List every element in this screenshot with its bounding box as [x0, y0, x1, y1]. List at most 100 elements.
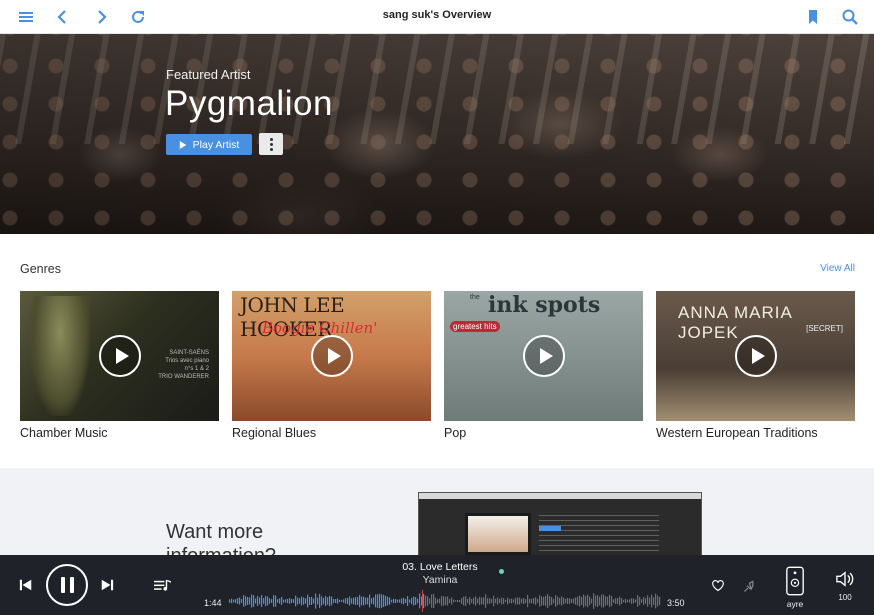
waveform-bar	[443, 596, 445, 606]
waveform-bar	[469, 597, 471, 605]
waveform-bar	[399, 599, 401, 603]
heart-icon[interactable]	[710, 578, 726, 594]
waveform-bar	[589, 596, 591, 606]
view-all-link[interactable]: View All	[820, 263, 855, 274]
waveform-bar	[425, 595, 427, 607]
waveform-bar	[529, 598, 531, 604]
waveform-bar	[423, 593, 425, 609]
waveform-bar	[389, 597, 391, 605]
waveform-bar	[417, 598, 419, 604]
waveform-bar	[391, 599, 393, 603]
waveform-bar	[305, 598, 307, 604]
genre-card-regional-blues[interactable]: JOHN LEE HOOKER Boogie Chillen' Regional…	[232, 291, 431, 440]
waveform-bar	[367, 597, 369, 605]
play-icon[interactable]	[99, 335, 141, 377]
waveform-bar	[247, 597, 249, 605]
waveform-bar	[321, 596, 323, 606]
signal-path-indicator[interactable]	[499, 569, 504, 574]
waveform-bar	[507, 597, 509, 605]
waveform-bar	[545, 595, 547, 607]
waveform-bar	[609, 594, 611, 608]
waveform-bar	[439, 598, 441, 604]
next-track-icon[interactable]	[99, 577, 115, 593]
waveform-bar	[345, 598, 347, 604]
volume-icon[interactable]	[834, 569, 856, 589]
waveform-bar	[453, 599, 455, 603]
waveform-bar	[597, 595, 599, 607]
waveform-bar	[499, 598, 501, 603]
waveform-bar	[237, 598, 239, 604]
waveform-bar	[607, 596, 609, 606]
waveform-bar	[427, 596, 429, 606]
featured-artist-banner: Featured Artist Pygmalion Play Artist	[0, 34, 874, 234]
waveform-bar	[323, 597, 325, 605]
waveform-bar	[567, 597, 569, 605]
queue-icon[interactable]	[152, 577, 172, 593]
waveform-bar	[433, 593, 435, 609]
waveform-bar	[541, 596, 543, 606]
waveform-bar	[343, 599, 345, 603]
waveform-bar	[481, 597, 483, 605]
playhead[interactable]	[422, 590, 423, 612]
waveform-seekbar[interactable]	[229, 593, 661, 609]
waveform-bar	[633, 598, 635, 604]
genre-card-western-european-traditions[interactable]: ANNA MARIA JOPEK [SECRET] Western Europe…	[656, 291, 855, 440]
genre-artwork: ANNA MARIA JOPEK [SECRET]	[656, 291, 855, 421]
waveform-bar	[577, 596, 579, 606]
waveform-bar	[293, 599, 295, 603]
artwork-text-prefix: the	[470, 294, 480, 301]
genre-card-pop[interactable]: the ink spots greatest hits Pop	[444, 291, 643, 440]
pause-button[interactable]	[46, 564, 88, 606]
genre-card-chamber-music[interactable]: SAINT-SAËNS Trios avec piano n°s 1 & 2 T…	[20, 291, 219, 440]
waveform-bar	[513, 599, 515, 603]
genre-label: Western European Traditions	[656, 426, 818, 440]
waveform-bar	[315, 593, 317, 609]
waveform-bar	[319, 593, 321, 609]
waveform-bar	[537, 598, 539, 604]
play-icon[interactable]	[735, 335, 777, 377]
waveform-bar	[329, 595, 331, 607]
previous-track-icon[interactable]	[18, 577, 34, 593]
waveform-bar	[579, 595, 581, 607]
waveform-bar	[489, 598, 491, 604]
genre-label: Pop	[444, 426, 467, 440]
waveform-bar	[549, 596, 551, 606]
waveform-bar	[587, 594, 589, 608]
waveform-bar	[465, 596, 467, 606]
album-cover-thumbnail	[465, 513, 531, 555]
bookmark-icon[interactable]	[803, 7, 823, 27]
waveform-bar	[275, 595, 277, 607]
waveform-bar	[371, 598, 373, 604]
waveform-bar	[415, 597, 417, 605]
waveform-bar	[301, 596, 303, 606]
info-heading: Want more	[166, 521, 264, 543]
waveform-bar	[355, 597, 357, 605]
waveform-bar	[517, 597, 519, 605]
waveform-bar	[339, 599, 341, 603]
waveform-bar	[505, 599, 507, 603]
waveform-bar	[491, 599, 493, 603]
play-icon[interactable]	[311, 335, 353, 377]
track-artist[interactable]: Yamina	[300, 574, 580, 586]
speaker-device-icon[interactable]	[784, 565, 806, 597]
waveform-bar	[359, 594, 361, 608]
artist-name[interactable]: Pygmalion	[165, 84, 333, 124]
waveform-bar	[645, 598, 647, 604]
waveform-bar	[393, 598, 395, 604]
play-icon[interactable]	[523, 335, 565, 377]
waveform-bar	[605, 596, 607, 606]
waveform-bar	[527, 594, 529, 608]
waveform-bar	[361, 596, 363, 606]
waveform-bar	[457, 600, 459, 603]
track-title[interactable]: 03. Love Letters	[300, 561, 580, 573]
search-icon[interactable]	[840, 7, 860, 27]
more-options-button[interactable]	[259, 133, 283, 155]
page-title: sang suk's Overview	[382, 9, 492, 21]
play-artist-button[interactable]: Play Artist	[166, 134, 252, 155]
waveform-bar	[461, 598, 463, 604]
ban-icon[interactable]	[740, 577, 758, 595]
waveform-bar	[245, 596, 247, 606]
genre-artwork: SAINT-SAËNS Trios avec piano n°s 1 & 2 T…	[20, 291, 219, 421]
waveform-bar	[365, 597, 367, 605]
waveform-bar	[591, 598, 593, 604]
